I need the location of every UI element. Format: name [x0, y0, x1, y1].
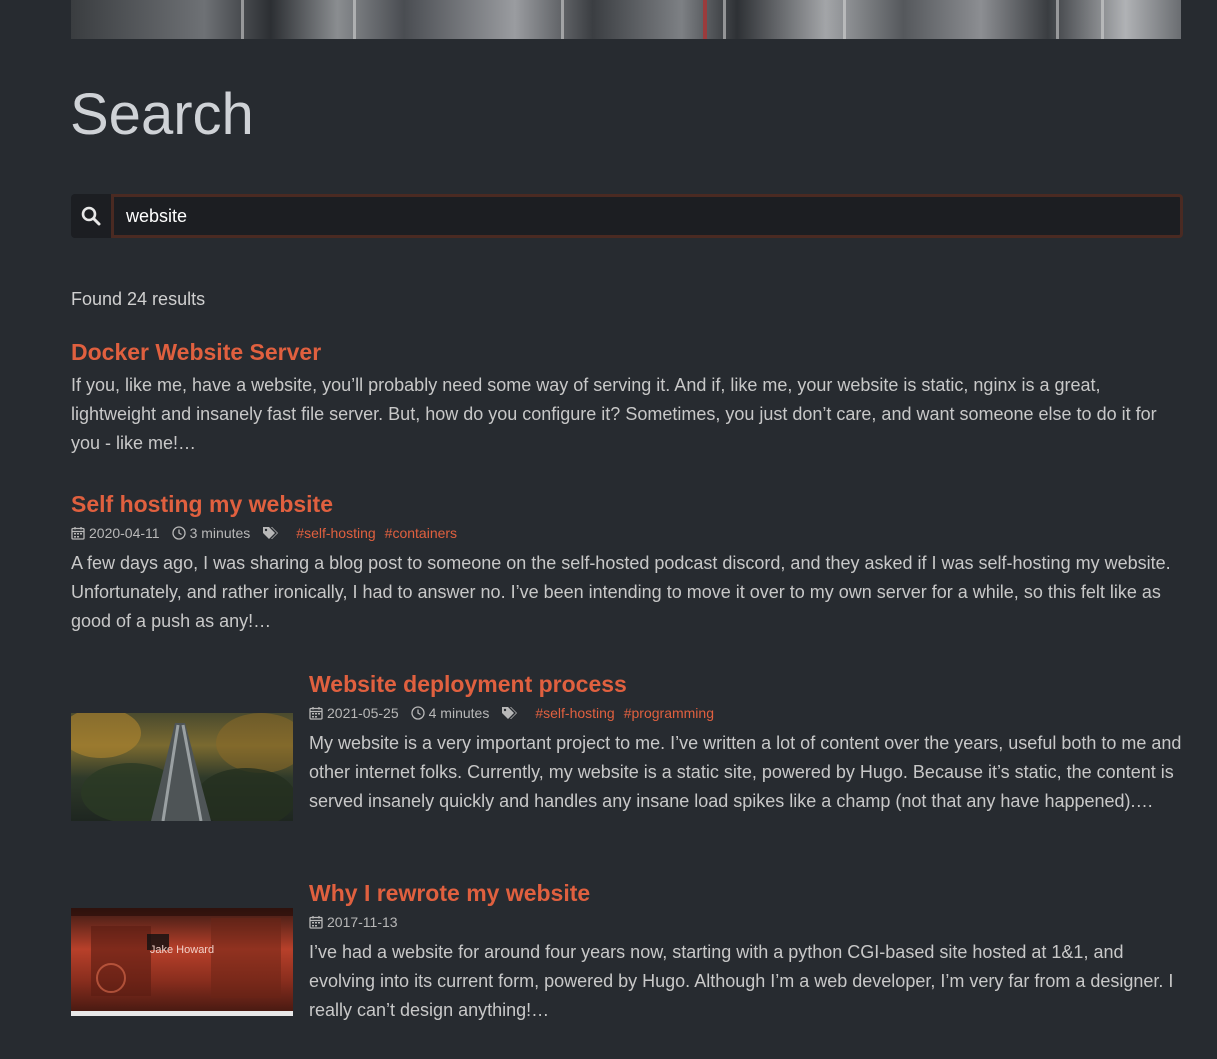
- result-thumbnail[interactable]: Jake Howard: [71, 908, 293, 1016]
- result-date: 2021-05-25: [327, 704, 399, 721]
- search-result: Website deployment process 2021-05-25 4 …: [309, 670, 1183, 816]
- result-summary: My website is a very important project t…: [309, 732, 1182, 811]
- result-date: 2020-04-11: [89, 524, 160, 541]
- result-read-time: 3 minutes: [189, 524, 251, 541]
- calendar-icon: [309, 706, 323, 720]
- calendar-icon: [309, 915, 323, 929]
- calendar-icon: [71, 526, 85, 540]
- tag-link[interactable]: #programming: [624, 705, 714, 721]
- results-count: Found 24 results: [71, 289, 206, 309]
- result-read-time: 4 minutes: [428, 704, 490, 721]
- thumbnail-caption: Jake Howard: [149, 944, 215, 956]
- result-meta: 2017-11-13: [309, 912, 1183, 932]
- result-meta: 2020-04-11 3 minutes #self-hosting #cont…: [71, 523, 1183, 543]
- search-button[interactable]: [71, 194, 111, 238]
- tag-link[interactable]: #self-hosting: [535, 705, 614, 721]
- result-meta: 2021-05-25 4 minutes #self-hosting #prog…: [309, 703, 1183, 723]
- clock-icon: [171, 526, 186, 540]
- search-bar: [71, 194, 1183, 238]
- result-summary: A few days ago, I was sharing a blog pos…: [71, 552, 1171, 631]
- clock-icon: [410, 706, 425, 720]
- result-summary: I’ve had a website for around four years…: [309, 941, 1174, 1020]
- tag-link[interactable]: #containers: [385, 525, 457, 541]
- result-title-link[interactable]: Docker Website Server: [71, 338, 1183, 367]
- tags-icon: [263, 526, 279, 539]
- header-banner-image: [71, 0, 1181, 39]
- search-input[interactable]: [111, 194, 1183, 238]
- search-result: Docker Website Server If you, like me, h…: [71, 338, 1183, 458]
- result-thumbnail[interactable]: [71, 713, 293, 821]
- tag-link[interactable]: #self-hosting: [296, 525, 375, 541]
- search-icon: [81, 206, 101, 226]
- result-date: 2017-11-13: [327, 913, 398, 930]
- search-result: Why I rewrote my website 2017-11-13 I’ve…: [309, 879, 1183, 1025]
- tags-icon: [502, 706, 518, 719]
- result-title-link[interactable]: Self hosting my website: [71, 490, 1183, 519]
- result-summary: If you, like me, have a website, you’ll …: [71, 374, 1157, 453]
- result-title-link[interactable]: Website deployment process: [309, 670, 1183, 699]
- page-title: Search: [70, 82, 254, 147]
- search-result: Self hosting my website 2020-04-11 3 min…: [71, 490, 1183, 636]
- result-title-link[interactable]: Why I rewrote my website: [309, 879, 1183, 908]
